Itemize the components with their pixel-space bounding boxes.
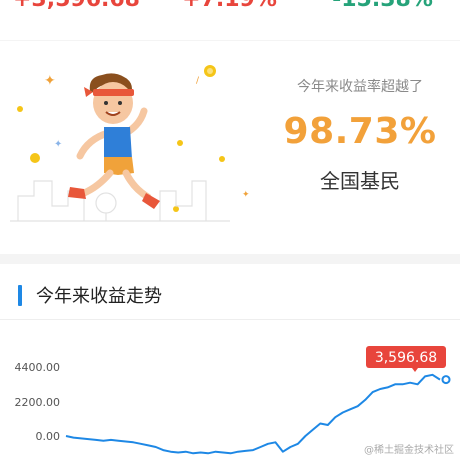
watermark: @稀土掘金技术社区 <box>364 445 454 456</box>
ranking-caption: 今年来收益率超越了 <box>297 79 423 95</box>
sparkle-icon: ✦ <box>54 139 62 150</box>
runner-figure <box>68 73 160 209</box>
coin-icon <box>30 153 40 163</box>
coin-icon <box>219 156 225 162</box>
summary-strip: +3,596.68 +7.19% -15.38% <box>0 0 460 40</box>
end-value-tag: 3,596.68 <box>366 346 446 372</box>
ranking-target: 全国基民 <box>320 169 400 193</box>
return-rate-value: +7.19% <box>153 0 306 14</box>
city-outline <box>10 180 230 222</box>
coin-icon <box>177 140 183 146</box>
y-tick-label: 0.00 <box>36 430 61 443</box>
sparkle-icon: ✦ <box>242 190 250 200</box>
end-point-marker <box>441 375 451 385</box>
svg-text:/: / <box>196 76 200 86</box>
benchmark-value: -15.38% <box>306 0 459 14</box>
end-value-label: 3,596.68 <box>375 350 437 366</box>
trend-chart: 4400.00 2200.00 0.00 3,596.68 <box>15 346 451 455</box>
coin-icon <box>17 106 23 112</box>
total-profit-value: +3,596.68 <box>0 0 153 14</box>
y-tick-label: 2200.00 <box>15 396 61 409</box>
ranking-card: ✦ ✦ ✦ / 今年来收益率超越了 98.73% 全国基民 <box>0 41 460 254</box>
ranking-percent: 98.73% <box>283 111 437 152</box>
y-tick-label: 4400.00 <box>15 361 61 374</box>
sparkle-icon: ✦ <box>44 73 56 89</box>
runner-illustration: ✦ ✦ ✦ / <box>10 65 250 222</box>
trend-card: 今年来收益走势 4400.00 2200.00 0.00 3,596.68 <box>0 264 460 460</box>
coin-icon <box>173 206 179 212</box>
